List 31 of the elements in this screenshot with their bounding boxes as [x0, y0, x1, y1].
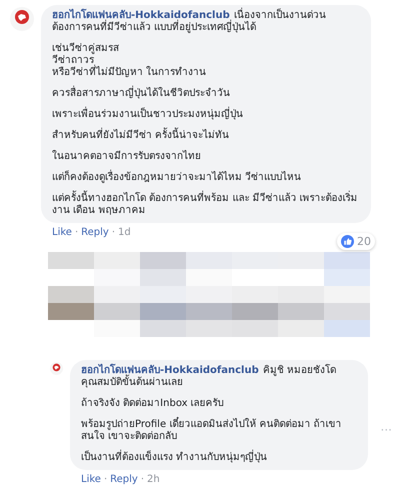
comment-text: เช่นวีซ่าคู่สมรส — [52, 43, 119, 54]
timestamp-link[interactable]: 1d — [118, 227, 131, 238]
action-link[interactable]: Like — [81, 474, 101, 485]
club-logo-icon[interactable] — [10, 7, 34, 31]
comment-text: เพราะเพื่อนร่วมงานเป็นชาวประมงหนุ่มญี่ปุ่น — [52, 109, 243, 120]
author-link[interactable]: ฮอกไกโดแฟนคลับ-Hokkaidofanclub — [52, 10, 230, 21]
separator-dot: · — [112, 227, 116, 238]
comment-text: แต่ครั้งนี้ทางฮอกไกโด ต้องการคนที่พร้อม และ มีวีซ่าแล้ว เพราะต้องเริ่มงาน เดือน พฤษภาคม — [52, 193, 358, 216]
comment-text: เป็นงานที่ต้องแข็งแรง ทำงานกับหนุ่มๆญี่ปุ่น — [81, 452, 268, 463]
comment-text: สำหรับคนที่ยังไม่มีวีซ่า ครั้งนี้น่าจะไม่ทัน — [52, 130, 230, 141]
comment-text: พร้อมรูปถ่ายProfile เดี๋ยวแอดมินส่งไปให้ คนติดต่อมา ถ้าเขาสนใจ เขาจะติดต่อกลับ — [81, 419, 342, 442]
separator-dot: · — [74, 227, 78, 238]
separator-dot: · — [104, 474, 108, 485]
comment-text: ฮอกไกโดแฟนคลับ-Hokkaidofanclub เนื่องจากเป็นงานด่วน ต้องการคนที่มีวีซ่าแล้ว แบบที่อยู่ประเทศญี่ปุ่นได้ — [52, 10, 360, 34]
action-link[interactable]: Reply — [110, 474, 138, 485]
timestamp-link[interactable]: 2h — [147, 474, 160, 485]
comment-text: หรือวีซ่าที่ไม่มีปัญหา ในการทำงาน — [52, 67, 206, 78]
comment-text: ในอนาคตอาจมีการรับตรงจากไทย — [52, 151, 201, 162]
comment-text: ฮอกไกโดแฟนคลับ-Hokkaidofanclub คิมูชิ หมอยชังโด คุณสมบัติขั้นต้นผ่านเลย — [81, 365, 337, 389]
reaction-count[interactable]: 20 — [337, 233, 375, 250]
reaction-number: 20 — [357, 235, 371, 248]
action-link[interactable]: Like — [52, 227, 72, 238]
comment-text: วีซ่าถาวร — [52, 55, 94, 66]
author-link[interactable]: ฮอกไกโดแฟนคลับ-Hokkaidofanclub — [81, 365, 259, 376]
like-icon — [341, 235, 354, 248]
comment-text: แต่ก็คงต้องดูเรื่องข้อกฎหมายว่าจะมาได้ไหม วีซ่าแบบไหน — [52, 172, 302, 183]
comment-text: ถ้าจริงจัง ติดต่อมาInbox เลยครับ — [81, 398, 224, 409]
separator-dot: · — [140, 474, 144, 485]
club-logo-icon[interactable] — [50, 362, 63, 375]
action-link[interactable]: Reply — [81, 227, 109, 238]
comment-text: ควรสื่อสารภาษาญี่ปุ่นได้ในชีวิตประจำวัน — [52, 88, 230, 99]
